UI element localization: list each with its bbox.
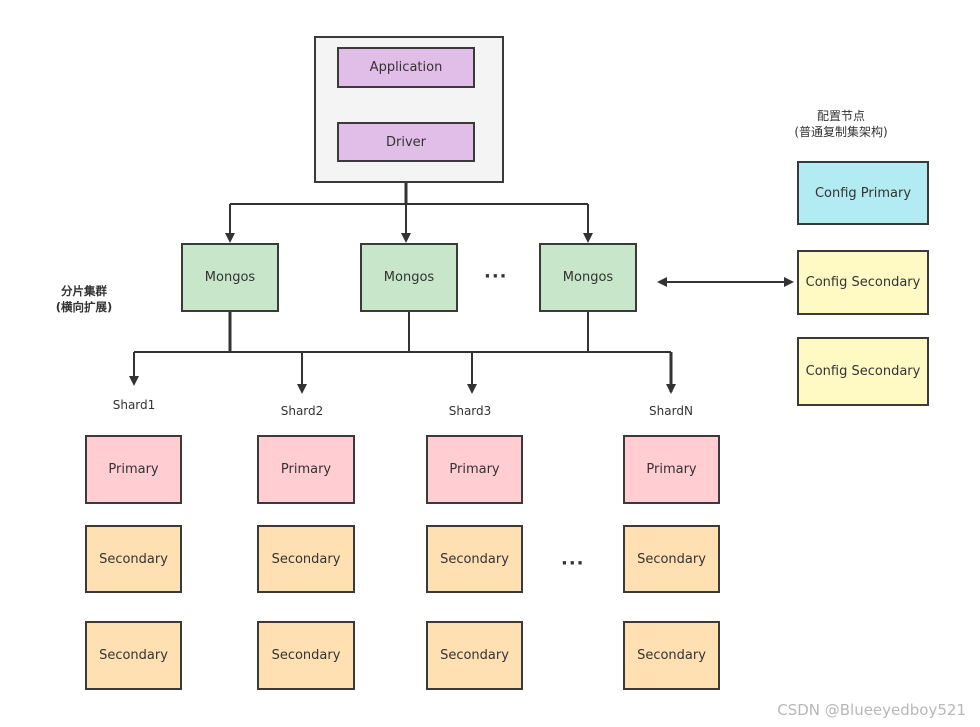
secondary-label: Secondary	[99, 551, 168, 567]
config-secondary-label: Config Secondary	[805, 275, 921, 290]
cluster-label-line2: (横向扩展)	[55, 300, 113, 314]
application-node[interactable]: Application	[337, 47, 475, 88]
cluster-label: 分片集群 (横向扩展)	[44, 283, 124, 315]
secondary-label: Secondary	[440, 648, 509, 663]
config-primary-node[interactable]: Config Primary	[797, 161, 929, 225]
watermark: CSDN @Blueeyedboy521	[777, 701, 966, 719]
shard1-title: Shard1	[112, 398, 156, 412]
application-label: Application	[369, 60, 443, 75]
config-title-line1: 配置节点	[816, 109, 865, 123]
shard2-primary-node[interactable]: Primary	[257, 435, 355, 504]
shardN-title: ShardN	[649, 404, 693, 418]
shard3-secondary-node-1[interactable]: Secondary	[426, 525, 523, 593]
shard2-secondary-node-1[interactable]: Secondary	[257, 525, 355, 593]
primary-label: Primary	[449, 462, 500, 477]
shard3-secondary-node-2[interactable]: Secondary	[426, 621, 523, 690]
driver-node[interactable]: Driver	[337, 122, 475, 162]
cluster-label-line1: 分片集群	[61, 284, 107, 298]
shard2-title: Shard2	[280, 404, 324, 418]
shardN-secondary-node-2[interactable]: Secondary	[623, 621, 720, 690]
secondary-label: Secondary	[99, 648, 168, 663]
primary-label: Primary	[108, 462, 159, 477]
shard3-primary-node[interactable]: Primary	[426, 435, 523, 504]
mongos-node-1[interactable]: Mongos	[181, 243, 279, 312]
mongos-ellipsis: ···	[484, 266, 508, 287]
config-primary-label: Config Primary	[814, 185, 912, 201]
config-title: 配置节点 (普通复制集架构)	[776, 108, 906, 140]
secondary-label: Secondary	[440, 551, 509, 567]
mongos-node-2[interactable]: Mongos	[360, 243, 458, 312]
primary-label: Primary	[280, 462, 332, 477]
mongos-label: Mongos	[204, 270, 256, 285]
shardN-secondary-node-1[interactable]: Secondary	[623, 525, 720, 593]
secondary-label: Secondary	[637, 551, 706, 567]
mongos-label: Mongos	[562, 270, 614, 285]
shard1-secondary-node-2[interactable]: Secondary	[85, 621, 182, 690]
primary-label: Primary	[646, 462, 697, 477]
shards-ellipsis: ···	[561, 553, 585, 574]
secondary-label: Secondary	[271, 551, 341, 567]
shard3-title: Shard3	[448, 404, 492, 418]
config-secondary-node-2[interactable]: Config Secondary	[797, 337, 929, 406]
secondary-label: Secondary	[637, 648, 706, 663]
config-secondary-node-1[interactable]: Config Secondary	[797, 250, 929, 315]
shard1-secondary-node-1[interactable]: Secondary	[85, 525, 182, 593]
shardN-primary-node[interactable]: Primary	[623, 435, 720, 504]
config-title-line2: (普通复制集架构)	[794, 125, 888, 139]
mongos-node-3[interactable]: Mongos	[539, 243, 637, 312]
mongos-label: Mongos	[383, 270, 435, 285]
driver-label: Driver	[385, 134, 426, 150]
secondary-label: Secondary	[271, 648, 341, 663]
config-secondary-label: Config Secondary	[805, 364, 921, 379]
shard1-primary-node[interactable]: Primary	[85, 435, 182, 504]
shard2-secondary-node-2[interactable]: Secondary	[257, 621, 355, 690]
